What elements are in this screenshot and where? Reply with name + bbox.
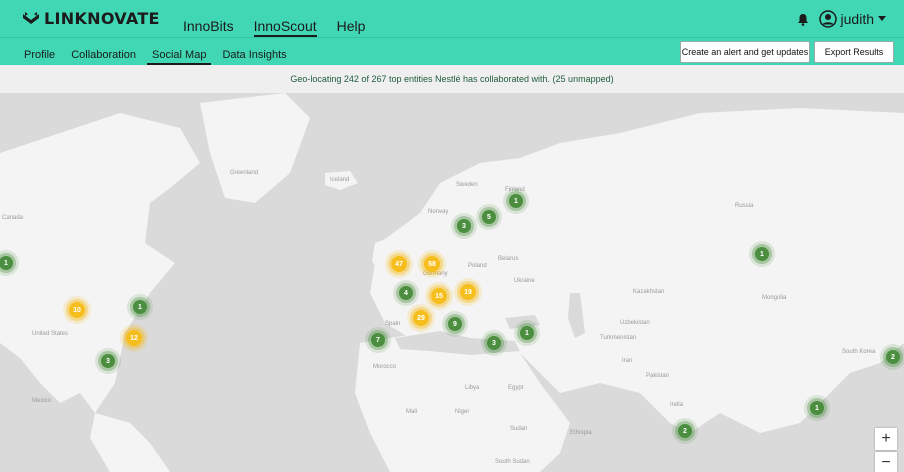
zoom-in-button[interactable]: +	[875, 428, 897, 450]
map-label: Iceland	[330, 177, 350, 183]
map-cluster[interactable]: 3	[101, 354, 115, 368]
map-label: Kazakhstan	[633, 289, 665, 295]
map-cluster[interactable]: 4	[399, 286, 413, 300]
nav-innoscout[interactable]: InnoScout	[253, 0, 317, 37]
map-label: Canada	[2, 215, 24, 221]
map-label: Spain	[385, 321, 401, 327]
bell-icon[interactable]	[797, 13, 809, 26]
export-results-button[interactable]: Export Results	[814, 41, 894, 63]
map-label: Niger	[455, 409, 470, 415]
tab-collaboration[interactable]: Collaboration	[71, 38, 136, 65]
map-label: Uzbekistan	[620, 320, 650, 326]
map-label: Sudan	[510, 426, 528, 432]
map-label: India	[670, 402, 684, 408]
map-label: Sweden	[456, 182, 478, 188]
map-cluster[interactable]: 10	[69, 302, 85, 318]
map-label: Turkmenistan	[600, 335, 637, 341]
map-cluster[interactable]: 1	[133, 300, 147, 314]
map-cluster[interactable]: 1	[755, 247, 769, 261]
social-map[interactable]: Greenland Iceland Canada Sweden Norway F…	[0, 93, 904, 472]
map-label: Mexico	[32, 398, 52, 404]
user-name: judith	[840, 11, 874, 27]
logo-icon	[23, 11, 39, 24]
world-map-shapes	[0, 93, 904, 472]
zoom-out-button[interactable]: −	[875, 452, 897, 472]
map-cluster[interactable]: 5	[482, 210, 496, 224]
map-cluster[interactable]: 9	[448, 317, 462, 331]
map-label: Libya	[465, 385, 480, 391]
nav-help[interactable]: Help	[337, 0, 366, 37]
map-cluster[interactable]: 3	[487, 336, 501, 350]
map-label: Morocco	[373, 364, 397, 370]
map-label: Norway	[428, 209, 449, 215]
map-label: Ukraine	[514, 278, 535, 284]
user-circle-icon	[818, 10, 837, 28]
map-cluster[interactable]: 12	[126, 330, 142, 346]
user-area: judith	[797, 10, 886, 28]
sub-nav: Profile Collaboration Social Map Data In…	[24, 38, 287, 65]
map-label: Russia	[735, 203, 754, 209]
map-cluster[interactable]: 7	[371, 333, 385, 347]
map-label: Mongolia	[762, 295, 787, 301]
tab-social-map[interactable]: Social Map	[147, 38, 212, 65]
map-cluster[interactable]: 29	[413, 310, 429, 326]
logo[interactable]: LINKNOVATE	[22, 9, 160, 28]
caret-down-icon	[878, 16, 886, 21]
tab-profile[interactable]: Profile	[24, 38, 55, 65]
tab-data-insights[interactable]: Data Insights	[222, 38, 286, 65]
map-label: South Korea	[842, 349, 876, 355]
map-cluster[interactable]: 47	[391, 256, 407, 272]
map-cluster[interactable]: 58	[424, 256, 440, 272]
map-cluster[interactable]: 1	[520, 326, 534, 340]
map-cluster[interactable]: 1	[509, 194, 523, 208]
map-label: Germany	[423, 271, 448, 277]
map-cluster[interactable]: 2	[886, 350, 900, 364]
map-label: Greenland	[230, 170, 259, 176]
map-cluster[interactable]: 3	[457, 219, 471, 233]
sub-nav-bar: Profile Collaboration Social Map Data In…	[0, 37, 904, 66]
map-label: Belarus	[498, 256, 519, 262]
map-label: Egypt	[508, 385, 524, 391]
map-cluster[interactable]: 15	[431, 288, 447, 304]
map-label: Poland	[468, 263, 487, 269]
map-cluster[interactable]: 1	[810, 401, 824, 415]
nav-innobits[interactable]: InnoBits	[183, 0, 234, 37]
user-menu[interactable]: judith	[818, 10, 886, 28]
map-label: Ethiopia	[570, 430, 592, 436]
logo-text: LINKNOVATE	[44, 9, 160, 28]
top-bar: LINKNOVATE InnoBits InnoScout Help judit…	[0, 0, 904, 37]
map-label: Pakistan	[646, 373, 670, 379]
map-label: Finland	[505, 187, 525, 193]
map-cluster[interactable]: 19	[460, 284, 476, 300]
map-label: Mali	[406, 409, 418, 415]
create-alert-button[interactable]: Create an alert and get updates	[680, 41, 810, 63]
map-cluster[interactable]: 2	[678, 424, 692, 438]
main-nav: InnoBits InnoScout Help	[183, 0, 365, 37]
map-label: United States	[32, 331, 69, 337]
map-label: South Sudan	[495, 459, 530, 465]
info-bar: Geo-locating 242 of 267 top entities Nes…	[0, 65, 904, 93]
map-label: Iran	[622, 358, 633, 364]
